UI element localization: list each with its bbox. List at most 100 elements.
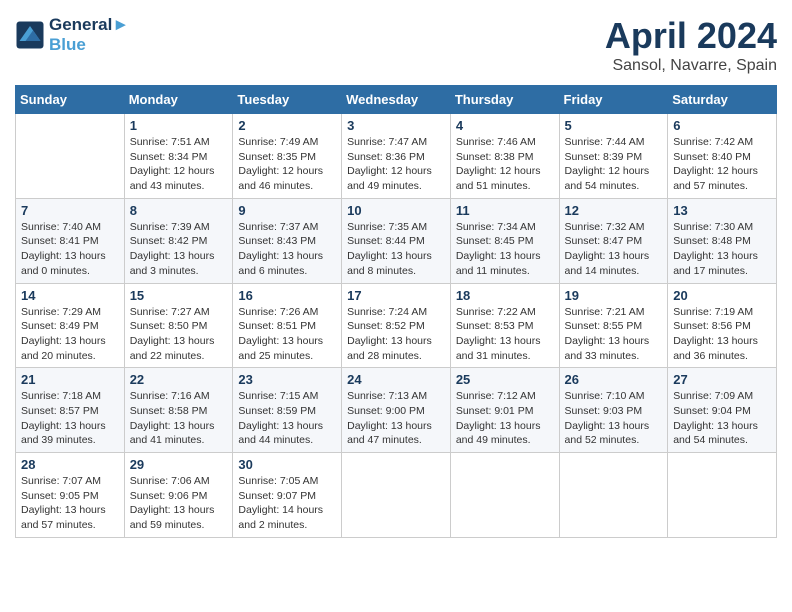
header-saturday: Saturday: [668, 86, 777, 114]
day-number: 15: [130, 288, 228, 303]
day-info: Sunrise: 7:09 AMSunset: 9:04 PMDaylight:…: [673, 389, 771, 448]
header-monday: Monday: [124, 86, 233, 114]
day-info: Sunrise: 7:21 AMSunset: 8:55 PMDaylight:…: [565, 305, 663, 364]
calendar-cell: 15 Sunrise: 7:27 AMSunset: 8:50 PMDayligh…: [124, 283, 233, 368]
calendar-cell: 18 Sunrise: 7:22 AMSunset: 8:53 PMDayligh…: [450, 283, 559, 368]
day-info: Sunrise: 7:13 AMSunset: 9:00 PMDaylight:…: [347, 389, 445, 448]
day-number: 1: [130, 118, 228, 133]
day-info: Sunrise: 7:24 AMSunset: 8:52 PMDaylight:…: [347, 305, 445, 364]
day-number: 24: [347, 372, 445, 387]
day-number: 10: [347, 203, 445, 218]
day-number: 16: [238, 288, 336, 303]
calendar-cell: 4 Sunrise: 7:46 AMSunset: 8:38 PMDaylight…: [450, 114, 559, 199]
day-number: 29: [130, 457, 228, 472]
header-tuesday: Tuesday: [233, 86, 342, 114]
calendar-cell: 22Sunrise: 7:16 AMSunset: 8:58 PMDayligh…: [124, 368, 233, 453]
day-number: 9: [238, 203, 336, 218]
day-info: Sunrise: 7:32 AMSunset: 8:47 PMDaylight:…: [565, 220, 663, 279]
calendar-cell: 20Sunrise: 7:19 AMSunset: 8:56 PMDayligh…: [668, 283, 777, 368]
calendar-week-row: 28Sunrise: 7:07 AMSunset: 9:05 PMDayligh…: [16, 453, 777, 538]
calendar-cell: 13 Sunrise: 7:30 AMSunset: 8:48 PMDayligh…: [668, 198, 777, 283]
day-info: Sunrise: 7:27 AMSunset: 8:50 PMDaylight:…: [130, 305, 228, 364]
day-info: Sunrise: 7:46 AMSunset: 8:38 PMDaylight:…: [456, 135, 554, 194]
calendar-week-row: 14 Sunrise: 7:29 AMSunset: 8:49 PMDayligh…: [16, 283, 777, 368]
calendar-cell: 1 Sunrise: 7:51 AMSunset: 8:34 PMDaylight…: [124, 114, 233, 199]
header-thursday: Thursday: [450, 86, 559, 114]
logo-icon: [15, 20, 45, 50]
day-number: 27: [673, 372, 771, 387]
day-number: 25: [456, 372, 554, 387]
calendar-cell: 17 Sunrise: 7:24 AMSunset: 8:52 PMDayligh…: [342, 283, 451, 368]
logo: General► Blue: [15, 15, 129, 55]
day-info: Sunrise: 7:15 AMSunset: 8:59 PMDaylight:…: [238, 389, 336, 448]
calendar-cell: 21Sunrise: 7:18 AMSunset: 8:57 PMDayligh…: [16, 368, 125, 453]
day-number: 5: [565, 118, 663, 133]
calendar-cell: 27 Sunrise: 7:09 AMSunset: 9:04 PMDayligh…: [668, 368, 777, 453]
header-sunday: Sunday: [16, 86, 125, 114]
day-number: 6: [673, 118, 771, 133]
calendar-cell: 8 Sunrise: 7:39 AMSunset: 8:42 PMDaylight…: [124, 198, 233, 283]
logo-text: General► Blue: [49, 15, 129, 55]
calendar-cell: [668, 453, 777, 538]
day-number: 13: [673, 203, 771, 218]
day-info: Sunrise: 7:35 AMSunset: 8:44 PMDaylight:…: [347, 220, 445, 279]
calendar-week-row: 21Sunrise: 7:18 AMSunset: 8:57 PMDayligh…: [16, 368, 777, 453]
calendar-cell: 6 Sunrise: 7:42 AMSunset: 8:40 PMDaylight…: [668, 114, 777, 199]
day-number: 3: [347, 118, 445, 133]
day-info: Sunrise: 7:37 AMSunset: 8:43 PMDaylight:…: [238, 220, 336, 279]
calendar-cell: 30Sunrise: 7:05 AMSunset: 9:07 PMDayligh…: [233, 453, 342, 538]
calendar-cell: 16 Sunrise: 7:26 AMSunset: 8:51 PMDayligh…: [233, 283, 342, 368]
calendar-cell: 14 Sunrise: 7:29 AMSunset: 8:49 PMDayligh…: [16, 283, 125, 368]
day-info: Sunrise: 7:44 AMSunset: 8:39 PMDaylight:…: [565, 135, 663, 194]
day-info: Sunrise: 7:40 AMSunset: 8:41 PMDaylight:…: [21, 220, 119, 279]
month-title: April 2024: [605, 15, 777, 57]
day-number: 17: [347, 288, 445, 303]
day-number: 12: [565, 203, 663, 218]
day-info: Sunrise: 7:26 AMSunset: 8:51 PMDaylight:…: [238, 305, 336, 364]
day-number: 8: [130, 203, 228, 218]
calendar-cell: [450, 453, 559, 538]
day-number: 4: [456, 118, 554, 133]
day-info: Sunrise: 7:22 AMSunset: 8:53 PMDaylight:…: [456, 305, 554, 364]
day-info: Sunrise: 7:30 AMSunset: 8:48 PMDaylight:…: [673, 220, 771, 279]
day-info: Sunrise: 7:12 AMSunset: 9:01 PMDaylight:…: [456, 389, 554, 448]
day-info: Sunrise: 7:42 AMSunset: 8:40 PMDaylight:…: [673, 135, 771, 194]
calendar-cell: [342, 453, 451, 538]
calendar-cell: 3 Sunrise: 7:47 AMSunset: 8:36 PMDaylight…: [342, 114, 451, 199]
calendar-week-row: 7 Sunrise: 7:40 AMSunset: 8:41 PMDaylight…: [16, 198, 777, 283]
calendar-cell: 29Sunrise: 7:06 AMSunset: 9:06 PMDayligh…: [124, 453, 233, 538]
day-info: Sunrise: 7:49 AMSunset: 8:35 PMDaylight:…: [238, 135, 336, 194]
calendar-table: SundayMondayTuesdayWednesdayThursdayFrid…: [15, 85, 777, 538]
day-info: Sunrise: 7:47 AMSunset: 8:36 PMDaylight:…: [347, 135, 445, 194]
day-number: 20: [673, 288, 771, 303]
calendar-cell: 26Sunrise: 7:10 AMSunset: 9:03 PMDayligh…: [559, 368, 668, 453]
calendar-cell: 11Sunrise: 7:34 AMSunset: 8:45 PMDayligh…: [450, 198, 559, 283]
calendar-cell: 10 Sunrise: 7:35 AMSunset: 8:44 PMDayligh…: [342, 198, 451, 283]
page-header: General► Blue April 2024 Sansol, Navarre…: [15, 15, 777, 75]
calendar-cell: 19Sunrise: 7:21 AMSunset: 8:55 PMDayligh…: [559, 283, 668, 368]
day-number: 7: [21, 203, 119, 218]
day-info: Sunrise: 7:29 AMSunset: 8:49 PMDaylight:…: [21, 305, 119, 364]
calendar-cell: [16, 114, 125, 199]
calendar-cell: [559, 453, 668, 538]
day-info: Sunrise: 7:51 AMSunset: 8:34 PMDaylight:…: [130, 135, 228, 194]
title-block: April 2024 Sansol, Navarre, Spain: [605, 15, 777, 75]
calendar-cell: 24 Sunrise: 7:13 AMSunset: 9:00 PMDayligh…: [342, 368, 451, 453]
day-info: Sunrise: 7:07 AMSunset: 9:05 PMDaylight:…: [21, 474, 119, 533]
calendar-cell: 28Sunrise: 7:07 AMSunset: 9:05 PMDayligh…: [16, 453, 125, 538]
calendar-week-row: 1 Sunrise: 7:51 AMSunset: 8:34 PMDaylight…: [16, 114, 777, 199]
day-number: 2: [238, 118, 336, 133]
day-info: Sunrise: 7:34 AMSunset: 8:45 PMDaylight:…: [456, 220, 554, 279]
day-number: 14: [21, 288, 119, 303]
day-number: 18: [456, 288, 554, 303]
day-number: 26: [565, 372, 663, 387]
calendar-cell: 9 Sunrise: 7:37 AMSunset: 8:43 PMDaylight…: [233, 198, 342, 283]
calendar-cell: 12 Sunrise: 7:32 AMSunset: 8:47 PMDayligh…: [559, 198, 668, 283]
day-info: Sunrise: 7:39 AMSunset: 8:42 PMDaylight:…: [130, 220, 228, 279]
calendar-cell: 5 Sunrise: 7:44 AMSunset: 8:39 PMDaylight…: [559, 114, 668, 199]
calendar-cell: 2 Sunrise: 7:49 AMSunset: 8:35 PMDaylight…: [233, 114, 342, 199]
calendar-cell: 23 Sunrise: 7:15 AMSunset: 8:59 PMDayligh…: [233, 368, 342, 453]
calendar-header-row: SundayMondayTuesdayWednesdayThursdayFrid…: [16, 86, 777, 114]
header-friday: Friday: [559, 86, 668, 114]
day-number: 23: [238, 372, 336, 387]
